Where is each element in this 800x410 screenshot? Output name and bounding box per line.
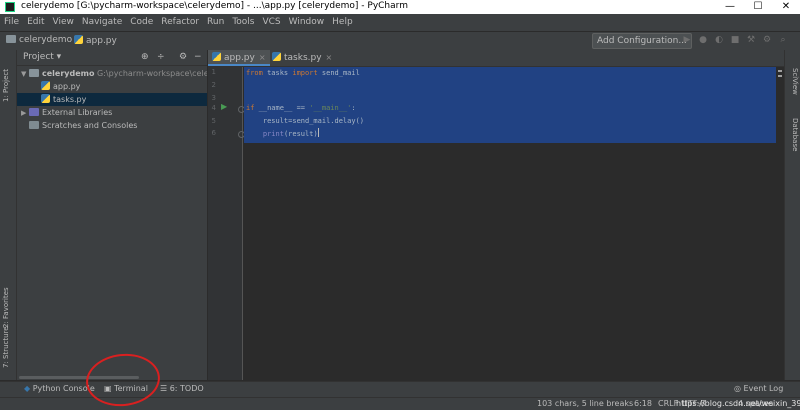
menu-view[interactable]: View [49,14,78,31]
debug-icon[interactable]: ● [698,35,708,45]
line-number: 3 [211,94,216,102]
code-line-4: if __name__ == '__main__': [246,104,356,112]
left-tool-strip: 1: Project 2: Favorites 7: Structure [0,50,17,380]
scratches-icon [29,121,39,129]
folder-icon [6,35,16,43]
editor-area: app.py × tasks.py × 1 2 3 4 5 6 ▶ from tas… [208,50,784,380]
search-everywhere-icon[interactable]: ⌕ [778,35,788,45]
add-configuration-button[interactable]: Add Configuration... [592,33,692,49]
menu-navigate[interactable]: Navigate [78,14,126,31]
tree-external-libraries[interactable]: ▶ External Libraries [17,106,207,119]
line-number: 1 [211,68,216,76]
event-log-icon: ◎ [734,384,741,393]
favorites-tool-tab[interactable]: 2: Favorites [2,287,10,328]
maximize-button[interactable]: ☐ [744,0,772,14]
code-line-6: print(result) [262,128,319,138]
line-number: 4 [211,104,216,112]
run-gutter-icon[interactable]: ▶ [221,102,227,111]
pycharm-icon [5,2,15,12]
close-tab-icon[interactable]: × [326,53,333,62]
sciview-tool-tab[interactable]: SciView [791,68,799,95]
close-button[interactable]: ✕ [772,0,800,14]
breadcrumb-project[interactable]: celerydemo [6,35,72,45]
hide-icon[interactable]: − [194,52,202,62]
text-cursor [317,128,319,137]
tree-root[interactable]: ▼celerydemo G:\pycharm-workspace\celeryd… [17,67,207,80]
run-icon[interactable]: ▶ [682,35,692,45]
database-tool-tab[interactable]: Database [791,118,799,151]
window-title: celerydemo [G:\pycharm-workspace\celeryd… [21,1,408,11]
folder-icon [29,69,39,77]
menu-window[interactable]: Window [285,14,329,31]
event-log-tab[interactable]: ◎ Event Log [734,384,783,393]
python-file-icon [272,52,281,61]
coverage-icon[interactable]: ◐ [714,35,724,45]
library-icon [29,108,39,116]
python-console-tab[interactable]: ◆ Python Console [24,384,95,393]
menu-vcs[interactable]: VCS [258,14,284,31]
watermark: https://blog.csdn.net/weixin_39800380 [676,399,800,408]
scroll-marker [778,70,782,72]
editor-tabs: app.py × tasks.py × [208,50,784,67]
code-line-1: from tasks import send_mail [246,69,360,77]
tab-tasks-py[interactable]: tasks.py × [268,50,336,66]
code-view[interactable]: from tasks import send_mail if __name__ … [244,67,784,380]
navigation-bar: celerydemo app.py Add Configuration... ▶… [0,31,800,50]
menu-tools[interactable]: Tools [228,14,258,31]
chevron-down-icon: ▼ [21,70,27,78]
scroll-marker [778,75,782,77]
project-tool-tab[interactable]: 1: Project [2,69,10,102]
project-view-selector[interactable]: Project ▾ [23,52,61,62]
run-toolbar: ▶ ● ◐ ■ ⚒ ⚙ ⌕ [682,35,788,45]
todo-icon: ☰ [160,384,168,393]
menu-code[interactable]: Code [126,14,157,31]
tree-scratches[interactable]: Scratches and Consoles [17,119,207,132]
menu-file[interactable]: File [0,14,23,31]
close-tab-icon[interactable]: × [259,53,266,62]
project-panel-header: Project ▾ ⊕ ÷ ⚙ − [17,50,207,66]
python-console-icon: ◆ [24,384,31,393]
menu-edit[interactable]: Edit [23,14,48,31]
window-titlebar: celerydemo [G:\pycharm-workspace\celeryd… [0,0,800,14]
todo-tab[interactable]: ☰ 6: TODO [160,384,204,393]
python-file-icon [41,81,50,90]
collapse-icon[interactable]: ÷ [157,52,165,62]
tree-file-app[interactable]: app.py [17,80,207,93]
menu-refactor[interactable]: Refactor [157,14,203,31]
python-file-icon [74,35,83,44]
right-tool-strip: SciView Database [784,50,800,380]
menu-bar: File Edit View Navigate Code Refactor Ru… [0,14,800,31]
python-file-icon [41,94,50,103]
python-file-icon [212,52,221,61]
chevron-right-icon: ▶ [21,109,27,117]
selection-info: 103 chars, 5 line breaks [537,399,634,408]
editor-gutter: 1 2 3 4 5 6 ▶ [208,67,245,380]
breadcrumb-file[interactable]: app.py [74,35,117,46]
locate-icon[interactable]: ⊕ [141,52,149,62]
line-number: 5 [211,117,216,125]
tab-app-py[interactable]: app.py × [208,50,270,66]
editor-vertical-scrollbar[interactable] [776,67,784,380]
window-controls: — ☐ ✕ [716,0,800,14]
menu-help[interactable]: Help [328,14,357,31]
stop-icon[interactable]: ■ [730,35,740,45]
build-icon[interactable]: ⚒ [746,35,756,45]
gear-icon[interactable]: ⚙ [179,52,187,62]
menu-run[interactable]: Run [203,14,228,31]
line-number: 2 [211,81,216,89]
code-line-5: result=send_mail.delay() [246,117,365,125]
settings-icon[interactable]: ⚙ [762,35,772,45]
structure-tool-tab[interactable]: 7: Structure [2,326,10,368]
line-number: 6 [211,129,216,137]
minimize-button[interactable]: — [716,0,744,14]
caret-position[interactable]: 6:18 [634,399,652,408]
tree-file-tasks[interactable]: tasks.py [17,93,207,106]
project-panel: Project ▾ ⊕ ÷ ⚙ − ▼ celerydemo G:\pycharm… [17,50,207,380]
